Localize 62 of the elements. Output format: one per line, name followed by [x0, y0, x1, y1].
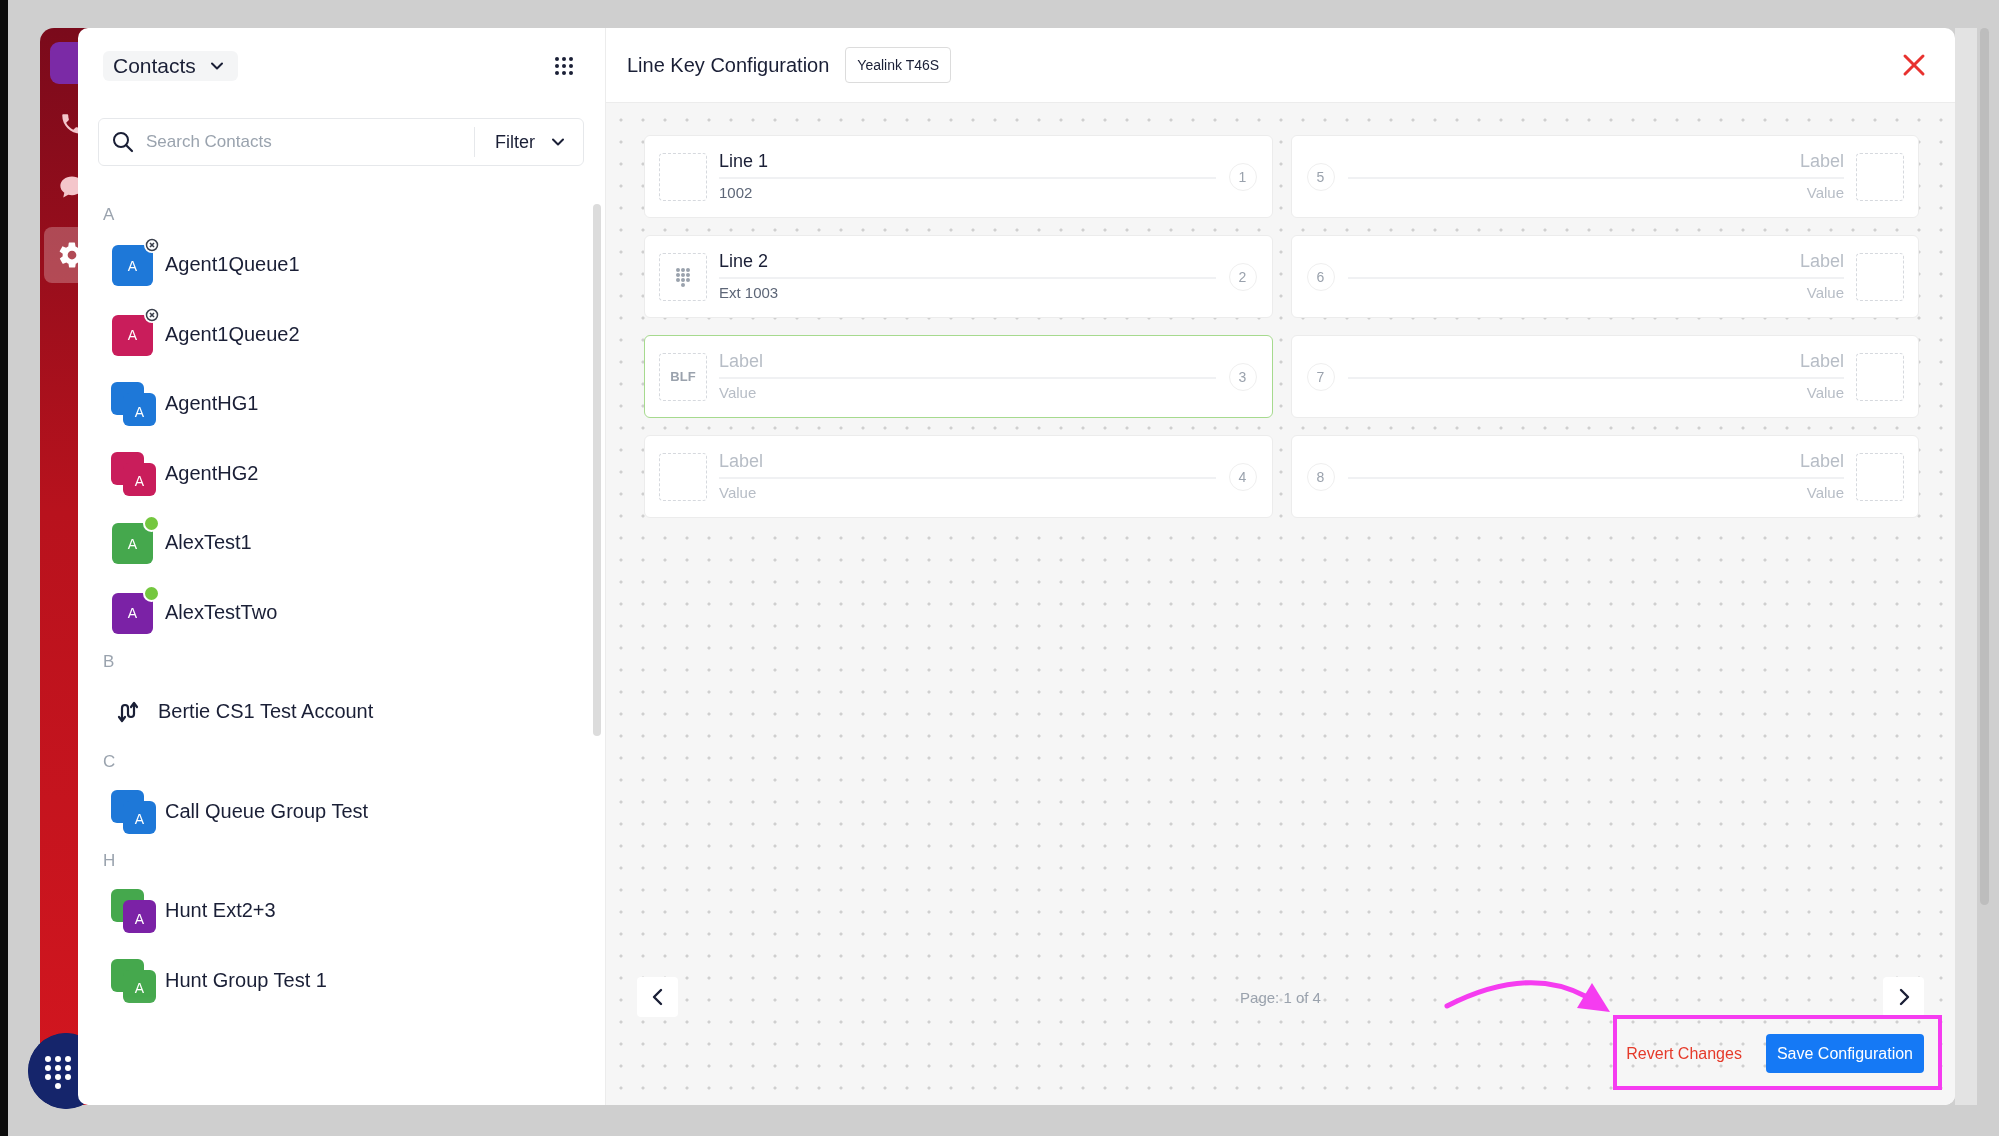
section-letter: H: [103, 850, 117, 872]
value-field[interactable]: Value: [719, 478, 1216, 507]
contacts-dropdown[interactable]: Contacts: [103, 51, 238, 81]
scrollbar-thumb[interactable]: [593, 204, 601, 736]
save-configuration-button[interactable]: Save Configuration: [1765, 1034, 1924, 1073]
avatar: A: [123, 462, 156, 496]
value-field[interactable]: Value: [1347, 178, 1844, 207]
label-field[interactable]: Label: [1347, 246, 1844, 279]
page-indicator: Page: 1 of 4: [1240, 988, 1321, 1006]
value-field[interactable]: Value: [719, 378, 1216, 407]
next-page-button[interactable]: [1883, 977, 1924, 1017]
value-field[interactable]: Ext 1003: [719, 278, 1216, 307]
avatar: A: [112, 245, 153, 287]
search-icon: [112, 131, 134, 153]
value-field[interactable]: 1002: [719, 178, 1216, 207]
close-icon[interactable]: [1902, 53, 1926, 77]
avatar: A: [112, 592, 153, 634]
contact-name[interactable]: Agent1Queue2: [165, 322, 300, 346]
label-field[interactable]: Line 2: [719, 246, 1216, 279]
avatar: A: [112, 523, 153, 565]
section-letter: C: [103, 750, 117, 773]
line-key-card[interactable]: Line 2 Ext 1003 2: [644, 235, 1273, 318]
online-status-dot: [143, 584, 160, 602]
contact-name[interactable]: AgentHG2: [165, 461, 259, 485]
key-icon-slot[interactable]: [659, 252, 707, 301]
do-not-disturb-icon: [144, 306, 160, 323]
dialpad-icon: [675, 266, 691, 287]
avatar: A: [123, 393, 156, 427]
label-field[interactable]: Label: [719, 446, 1216, 479]
do-not-disturb-icon: [144, 237, 160, 254]
contact-name[interactable]: AlexTestTwo: [165, 600, 278, 624]
contact-name[interactable]: Call Queue Group Test: [165, 799, 369, 823]
contact-name[interactable]: AgentHG1: [165, 392, 259, 416]
filter-dropdown[interactable]: Filter: [475, 131, 583, 153]
dialog-title: Line Key Configuration: [627, 53, 830, 77]
grid-icon[interactable]: [555, 57, 573, 75]
label-field[interactable]: Label: [1347, 346, 1844, 379]
value-field[interactable]: Value: [1347, 478, 1844, 507]
value-field[interactable]: Value: [1347, 278, 1844, 307]
contact-name[interactable]: Hunt Ext2+3: [165, 899, 276, 923]
contact-name[interactable]: Bertie CS1 Test Account: [158, 700, 374, 724]
avatar: A: [112, 314, 153, 356]
arrows-icon: [117, 700, 141, 723]
section-letter: B: [103, 651, 116, 673]
revert-changes-button[interactable]: Revert Changes: [1622, 1036, 1746, 1071]
avatar: A: [123, 900, 156, 934]
contact-name[interactable]: AlexTest1: [165, 531, 252, 555]
value-field[interactable]: Value: [1347, 378, 1844, 407]
label-field[interactable]: Line 1: [719, 146, 1216, 179]
contact-name[interactable]: Hunt Group Test 1: [165, 968, 327, 992]
label-field[interactable]: Label: [1347, 146, 1844, 179]
contact-name[interactable]: Agent1Queue1: [165, 253, 300, 277]
label-field[interactable]: Label: [1347, 446, 1844, 479]
avatar: A: [123, 800, 156, 834]
previous-page-button[interactable]: [637, 977, 678, 1017]
search-field[interactable]: Search Contacts Filter: [98, 118, 584, 166]
line-key-card[interactable]: Line 1 1002 1: [644, 135, 1273, 218]
label-field[interactable]: Label: [719, 346, 1216, 379]
online-status-dot: [143, 515, 160, 533]
chevron-left-icon: [650, 988, 665, 1006]
section-letter: A: [103, 204, 116, 226]
device-model-tag: Yealink T46S: [845, 47, 952, 83]
